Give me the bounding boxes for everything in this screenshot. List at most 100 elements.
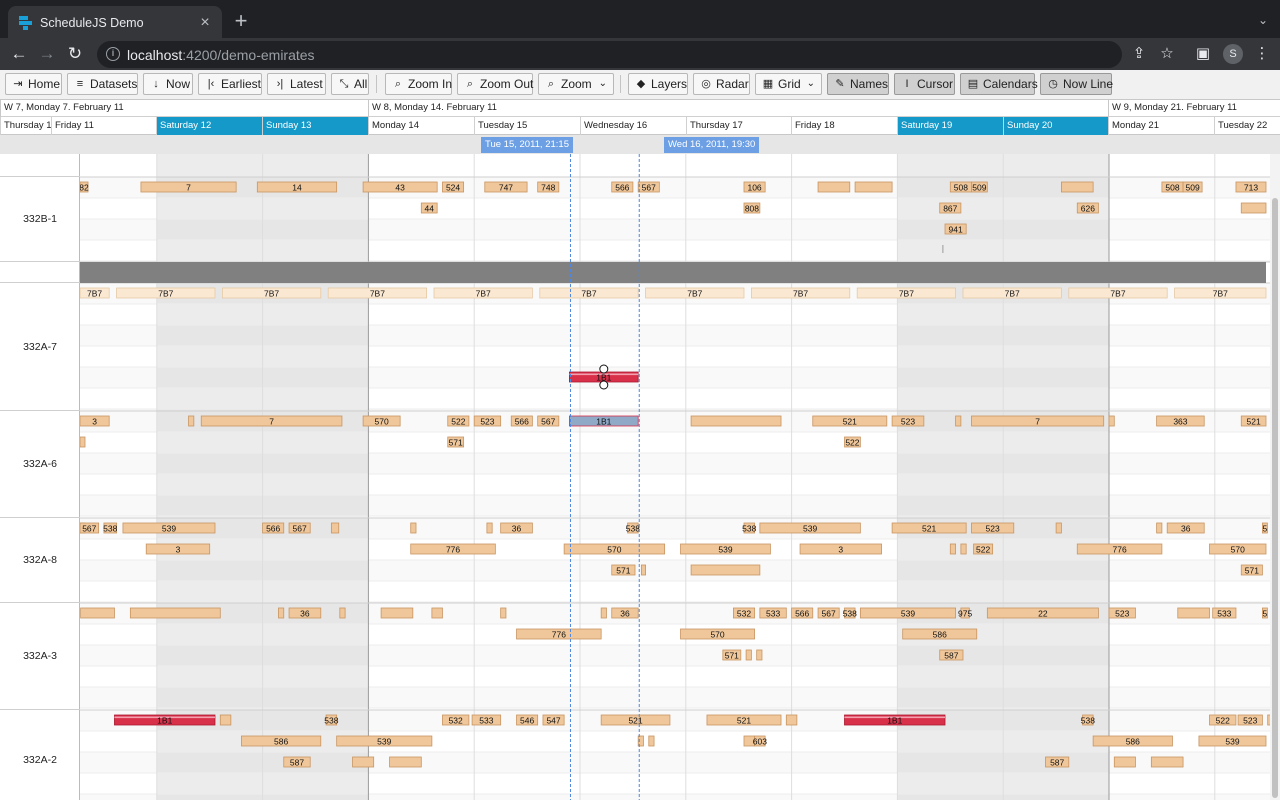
database-icon: ≡ bbox=[76, 78, 84, 90]
flight-label: 533 bbox=[479, 715, 493, 725]
flight-label: 7B7 bbox=[87, 288, 102, 298]
flight-label: 36 bbox=[300, 608, 310, 618]
lane-stripe bbox=[80, 645, 1270, 666]
datasets-button[interactable]: ≡ Datasets bbox=[67, 73, 138, 95]
flight-label: 7 bbox=[1035, 416, 1040, 426]
all-button[interactable]: ⤡ All bbox=[331, 73, 369, 95]
flight-label: 533 bbox=[766, 608, 780, 618]
calendars-toggle[interactable]: ▤ Calendars bbox=[960, 73, 1038, 95]
tab-title: ScheduleJS Demo bbox=[40, 16, 144, 30]
latest-button[interactable]: ›| Latest bbox=[267, 73, 326, 95]
scrollbar-thumb[interactable] bbox=[1272, 198, 1278, 798]
flight-label: 7B7 bbox=[476, 288, 491, 298]
radar-button[interactable]: ◎ Radar bbox=[693, 73, 750, 95]
flight-bar bbox=[817, 181, 851, 193]
flight-label: 547 bbox=[546, 715, 560, 725]
site-info-icon[interactable]: i bbox=[106, 47, 120, 61]
bookmark-star-icon[interactable]: ☆ bbox=[1157, 44, 1177, 64]
arrow-down-icon: ↓ bbox=[153, 78, 159, 90]
skip-end-icon: ›| bbox=[276, 78, 284, 90]
marker-start-label[interactable]: Tue 15, 2011, 21:15 bbox=[481, 137, 573, 153]
lane-stripe bbox=[80, 219, 1270, 240]
flight-label: 538 bbox=[843, 608, 857, 618]
flight-label: 566 bbox=[615, 182, 629, 192]
flight-label: 776 bbox=[1112, 544, 1126, 554]
home-icon: ⇥ bbox=[13, 78, 23, 90]
zoom-in-button[interactable]: ⌕ Zoom In bbox=[385, 73, 452, 95]
day-header: Saturday 12 bbox=[156, 117, 262, 135]
row-labels: 332B-1 332A-7 332A-6 332A-8 332A-3 332A-2 bbox=[0, 154, 80, 800]
url-field[interactable]: i localhost:4200/demo-emirates bbox=[97, 41, 1122, 68]
flight-label: 566 bbox=[795, 608, 809, 618]
flight-label: 571 bbox=[725, 650, 739, 660]
flight-label: 539 bbox=[1225, 736, 1239, 746]
now-button[interactable]: ↓ Now bbox=[143, 73, 193, 95]
flight-label: 1B1 bbox=[157, 715, 172, 725]
reload-icon[interactable]: ↻ bbox=[64, 43, 86, 65]
flight-bar bbox=[690, 415, 782, 427]
browser-tab[interactable]: ScheduleJS Demo × bbox=[8, 6, 222, 42]
browser-menu-icon[interactable]: ⋮ bbox=[1252, 44, 1272, 64]
flight-bar bbox=[129, 607, 221, 619]
layers-button[interactable]: ◆ Layers bbox=[628, 73, 688, 95]
grid-dropdown[interactable]: ▦ Grid ⌄ bbox=[755, 73, 822, 95]
flight-label: 713 bbox=[1244, 182, 1258, 192]
flight-label: 36 bbox=[620, 608, 630, 618]
flight-bar bbox=[1108, 415, 1115, 427]
zoom-out-button[interactable]: ⌕ Zoom Out bbox=[457, 73, 533, 95]
side-panel-icon[interactable]: ▣ bbox=[1193, 44, 1213, 64]
time-marker-row: Tue 15, 2011, 21:15 Wed 16, 2011, 19:30 bbox=[0, 135, 1280, 154]
flight-label: 539 bbox=[718, 544, 732, 554]
flight-bar bbox=[431, 607, 443, 619]
lane-stripe bbox=[80, 453, 1270, 474]
day-header: Tuesday 15 bbox=[474, 117, 580, 135]
flight-label: 538 bbox=[742, 523, 756, 533]
new-tab-button[interactable]: + bbox=[230, 10, 252, 33]
gantt-canvas[interactable]: 82 7 14 43 524 747 748 566 567 106 508 509 508 509 713… bbox=[0, 154, 1270, 800]
vertical-scrollbar[interactable] bbox=[1270, 154, 1280, 800]
url-text: localhost:4200/demo-emirates bbox=[127, 47, 315, 63]
flight-label: 867 bbox=[943, 203, 957, 213]
layers-icon: ◆ bbox=[636, 78, 646, 90]
flight-bar bbox=[80, 607, 115, 619]
flight-label: 571 bbox=[1245, 565, 1259, 575]
zoom-dropdown[interactable]: ⌕ Zoom ⌄ bbox=[538, 73, 614, 95]
row-label bbox=[0, 154, 80, 177]
flight-label: 523 bbox=[1243, 715, 1257, 725]
flight-label: 36 bbox=[1181, 523, 1191, 533]
home-button[interactable]: ⇥ Home bbox=[5, 73, 62, 95]
row-label: 332A-7 bbox=[0, 283, 80, 411]
names-toggle[interactable]: ✎ Names bbox=[827, 73, 889, 95]
day-header: Thursday 17 bbox=[686, 117, 791, 135]
flight-label: 521 bbox=[1247, 416, 1261, 426]
forward-icon[interactable]: → bbox=[36, 43, 58, 65]
clock-icon: ◷ bbox=[1048, 78, 1058, 90]
marker-end-label[interactable]: Wed 16, 2011, 19:30 bbox=[664, 137, 760, 153]
earliest-button[interactable]: |‹ Earliest bbox=[198, 73, 262, 95]
flight-label: 747 bbox=[499, 182, 513, 192]
now-line-toggle[interactable]: ◷ Now Line bbox=[1040, 73, 1113, 95]
share-icon[interactable]: ⇪ bbox=[1129, 44, 1149, 64]
flight-bar bbox=[500, 607, 507, 619]
back-icon[interactable]: ← bbox=[8, 43, 30, 65]
flight-bar bbox=[1156, 522, 1163, 534]
flight-label: 941 bbox=[948, 224, 962, 234]
close-tab-icon[interactable]: × bbox=[196, 14, 214, 32]
flight-label: 539 bbox=[901, 608, 915, 618]
flight-label: 3 bbox=[838, 544, 843, 554]
flight-label: 521 bbox=[922, 523, 936, 533]
flight-label: 587 bbox=[1050, 757, 1064, 767]
flight-label: 7B7 bbox=[687, 288, 702, 298]
cursor-toggle[interactable]: I Cursor bbox=[894, 73, 955, 95]
profile-avatar[interactable]: S bbox=[1223, 44, 1243, 64]
tab-search-icon[interactable]: ⌄ bbox=[1258, 13, 1268, 27]
grid-icon: ▦ bbox=[762, 78, 774, 90]
flight-label: 523 bbox=[986, 523, 1000, 533]
flight-label: 522 bbox=[976, 544, 990, 554]
flight-label: 975 bbox=[958, 608, 972, 618]
flight-label: 571 bbox=[616, 565, 630, 575]
flight-bar bbox=[949, 543, 956, 555]
row-label: 332B-1 bbox=[0, 177, 80, 262]
flight-label: 7B7 bbox=[264, 288, 279, 298]
flight-label: 7 bbox=[186, 182, 191, 192]
